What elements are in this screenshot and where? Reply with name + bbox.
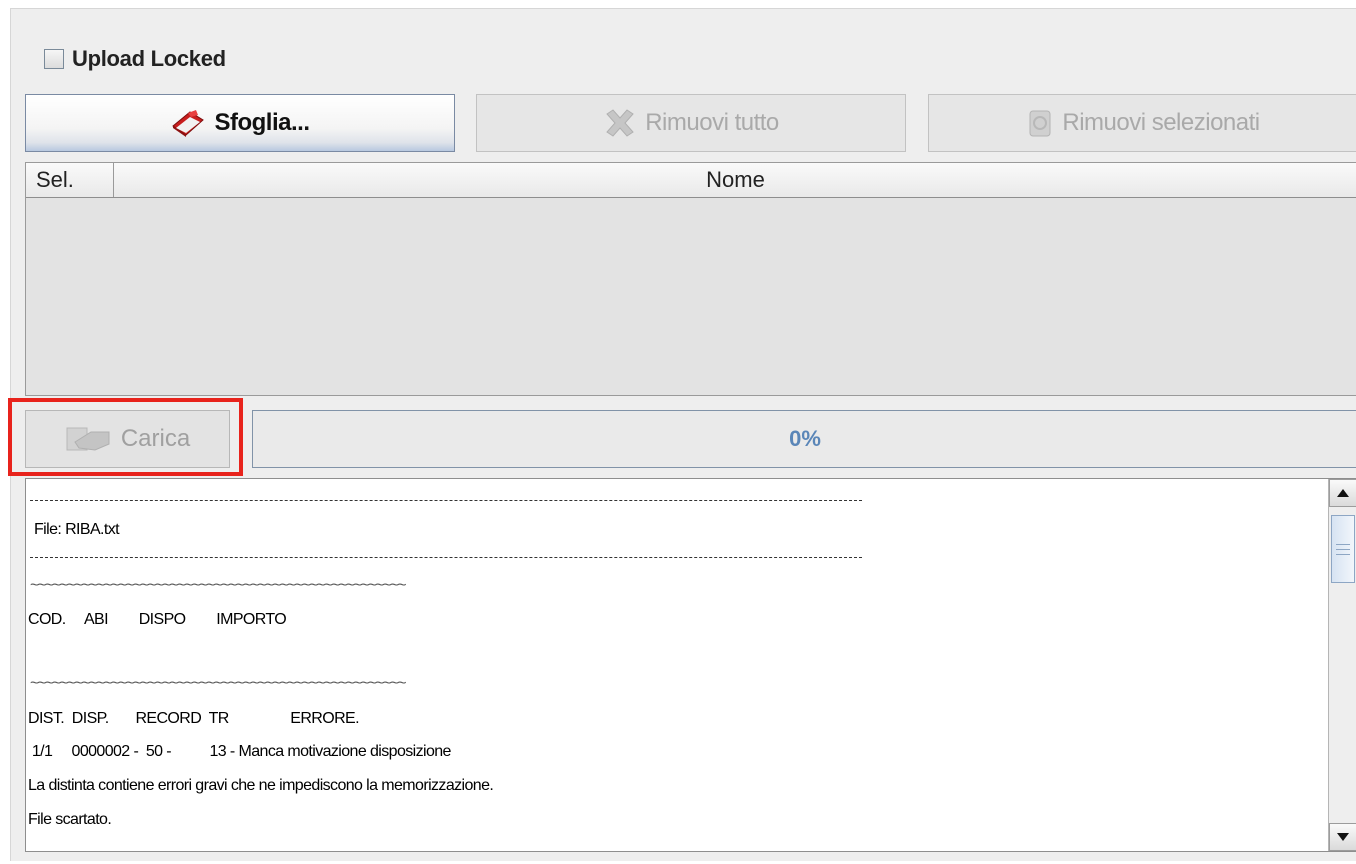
file-table-header: Sel. Nome: [26, 163, 1356, 198]
log-file-line: File: RIBA.txt: [34, 521, 120, 538]
log-error-row: 1/1 0000002 - 50 - 13 - Manca motivazion…: [28, 743, 452, 760]
log-message-errors: La distinta contiene errori gravi che ne…: [28, 777, 494, 794]
carica-label: Carica: [120, 425, 191, 452]
log-header-dist: DIST. DISP. RECORD TR ERRORE.: [28, 710, 360, 727]
arrow-up-icon: [1337, 489, 1349, 497]
trash-icon: [1026, 108, 1054, 138]
log-wave-divider: ~~~~~~~~~~~~~~~~~~~~~~~~~~~~~~~~~~~~~~~~…: [30, 577, 407, 594]
sfoglia-label: Sfoglia...: [214, 109, 310, 136]
scroll-thumb[interactable]: [1331, 515, 1355, 583]
red-book-icon: [170, 108, 206, 138]
rimuovi-tutto-label: Rimuovi tutto: [645, 109, 779, 136]
log-header-cod: COD. ABI DISPO IMPORTO: [28, 611, 287, 628]
upload-locked-label: Upload Locked: [72, 46, 226, 71]
log-divider: [30, 500, 862, 501]
column-header-sel[interactable]: Sel.: [26, 163, 114, 197]
file-table[interactable]: Sel. Nome: [25, 162, 1356, 396]
progress-text: 0%: [789, 426, 821, 451]
log-message-rejected: File scartato.: [28, 811, 112, 828]
log-output-area[interactable]: File: RIBA.txt ~~~~~~~~~~~~~~~~~~~~~~~~~…: [25, 478, 1356, 852]
scroll-down-button[interactable]: [1329, 823, 1356, 851]
upload-progress-bar: 0%: [252, 410, 1356, 468]
sfoglia-button[interactable]: Sfoglia...: [25, 94, 455, 152]
column-header-nome[interactable]: Nome: [114, 163, 1356, 197]
upload-locked-checkbox[interactable]: [44, 49, 64, 69]
log-divider: [30, 557, 862, 558]
arrow-down-icon: [1337, 833, 1349, 841]
carica-button[interactable]: Carica: [25, 410, 230, 468]
rimuovi-selezionati-label: Rimuovi selezionati: [1062, 109, 1260, 136]
x-icon: [603, 108, 637, 138]
rimuovi-tutto-button[interactable]: Rimuovi tutto: [476, 94, 906, 152]
log-wave-divider: ~~~~~~~~~~~~~~~~~~~~~~~~~~~~~~~~~~~~~~~~…: [30, 675, 407, 692]
scroll-up-button[interactable]: [1329, 479, 1356, 507]
upload-locked-checkbox-row[interactable]: Upload Locked: [44, 44, 226, 74]
log-vertical-scrollbar[interactable]: [1328, 479, 1356, 851]
rimuovi-selezionati-button[interactable]: Rimuovi selezionati: [928, 94, 1356, 152]
upload-hand-icon: [65, 424, 113, 454]
